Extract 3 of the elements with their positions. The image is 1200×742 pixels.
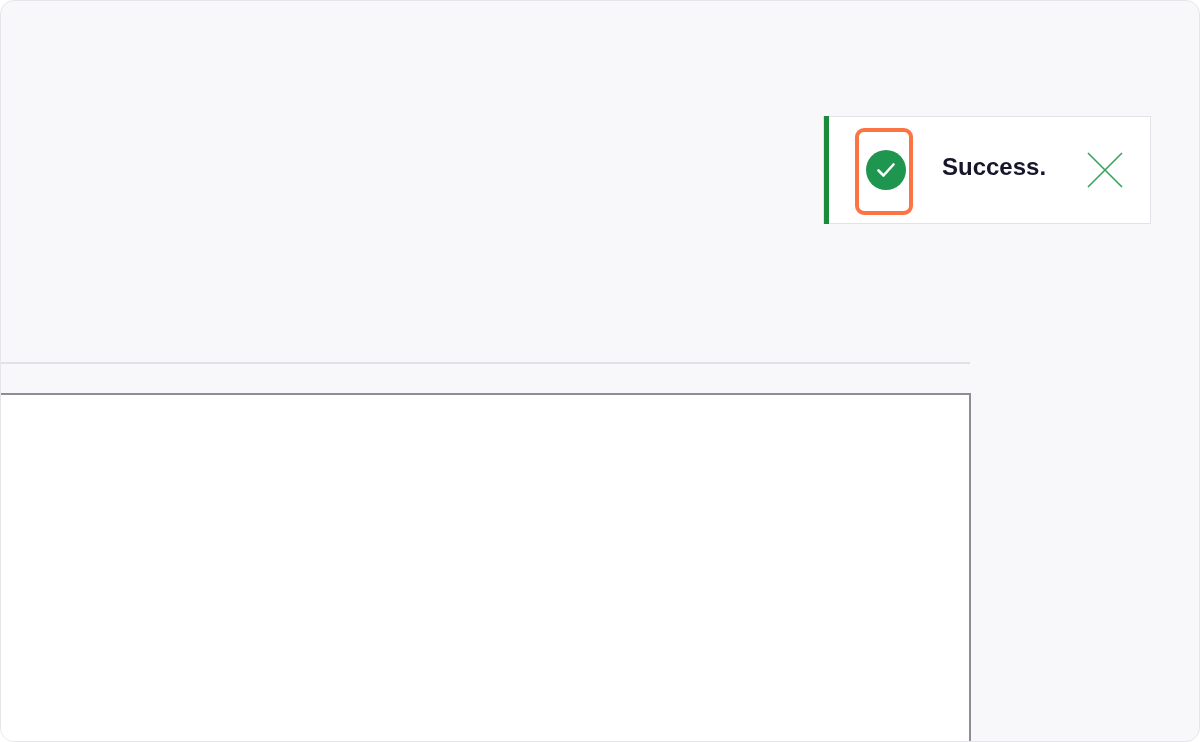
close-button[interactable] — [1086, 151, 1124, 189]
close-icon — [1087, 152, 1123, 188]
toast-message: Success. — [942, 155, 1047, 179]
